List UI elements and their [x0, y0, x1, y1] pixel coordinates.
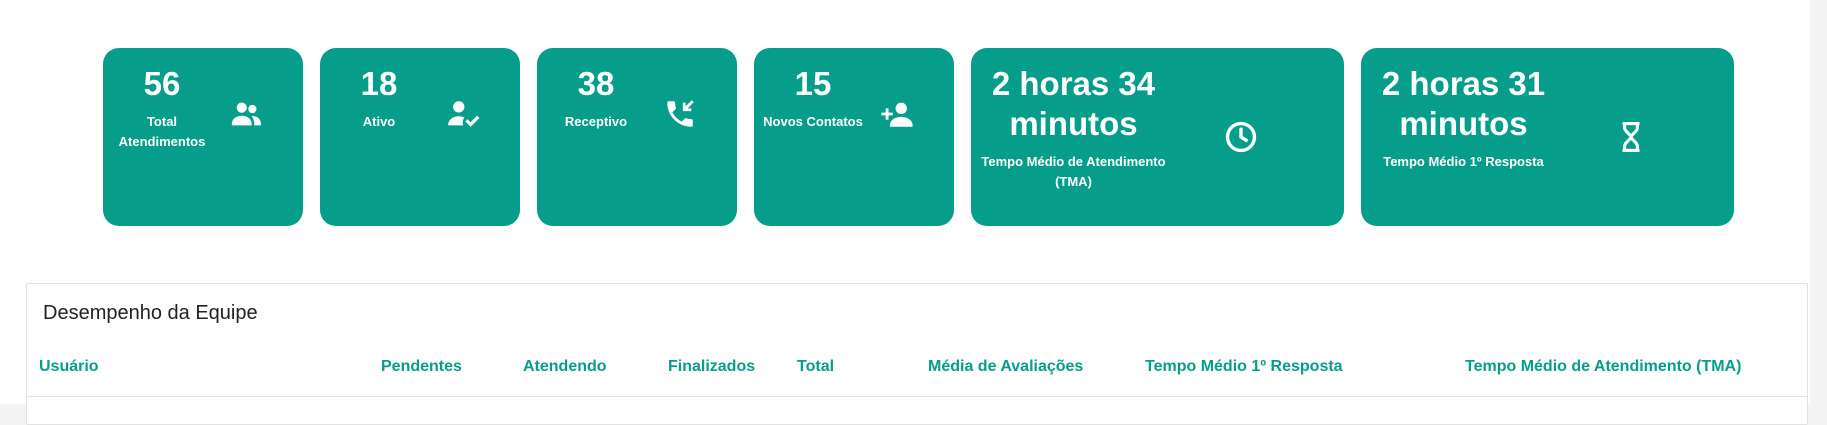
- column-header-tempo-primeira-resposta[interactable]: Tempo Médio 1º Resposta: [1145, 358, 1343, 376]
- column-header-atendendo[interactable]: Atendendo: [523, 358, 607, 376]
- card-value: 15: [794, 65, 832, 102]
- card-novos-contatos: 15 Novos Contatos: [754, 48, 954, 226]
- card-value: 2 horas 31 minutos: [1381, 65, 1546, 142]
- card-tempo-primeira-resposta: 2 horas 31 minutos Tempo Médio 1º Respos…: [1361, 48, 1734, 226]
- card-label: Receptivo: [564, 114, 628, 129]
- team-performance-title: Desempenho da Equipe: [43, 302, 258, 324]
- hourglass-icon: [1614, 120, 1648, 154]
- card-tma: 2 horas 34 minutos Tempo Médio de Atendi…: [971, 48, 1344, 226]
- stats-cards: 56 Total Atendimentos 18 Ativo 38 Recept…: [103, 48, 1734, 226]
- card-value: 56: [143, 65, 181, 102]
- header-divider: [27, 396, 1807, 397]
- card-value: 18: [360, 65, 398, 102]
- card-label: Novos Contatos: [763, 114, 863, 129]
- column-header-total[interactable]: Total: [797, 358, 834, 376]
- user-plus-icon: [880, 97, 914, 131]
- users-icon: [229, 97, 263, 131]
- phone-incoming-icon: [663, 97, 697, 131]
- column-header-usuario[interactable]: Usuário: [39, 358, 99, 376]
- column-header-media-avaliacoes[interactable]: Média de Avaliações: [928, 358, 1083, 376]
- column-header-tma[interactable]: Tempo Médio de Atendimento (TMA): [1465, 358, 1741, 376]
- card-label: Total Atendimentos: [118, 114, 206, 149]
- clock-icon: [1224, 120, 1258, 154]
- column-header-pendentes[interactable]: Pendentes: [381, 358, 462, 376]
- card-value: 2 horas 34 minutos: [991, 65, 1156, 142]
- card-label: Ativo: [362, 114, 396, 129]
- card-ativo: 18 Ativo: [320, 48, 520, 226]
- column-header-finalizados[interactable]: Finalizados: [668, 358, 755, 376]
- card-value: 38: [577, 65, 615, 102]
- card-receptivo: 38 Receptivo: [537, 48, 737, 226]
- card-label: Tempo Médio de Atendimento (TMA): [981, 154, 1166, 189]
- user-check-icon: [446, 97, 480, 131]
- card-total-atendimentos: 56 Total Atendimentos: [103, 48, 303, 226]
- card-label: Tempo Médio 1º Resposta: [1383, 154, 1544, 169]
